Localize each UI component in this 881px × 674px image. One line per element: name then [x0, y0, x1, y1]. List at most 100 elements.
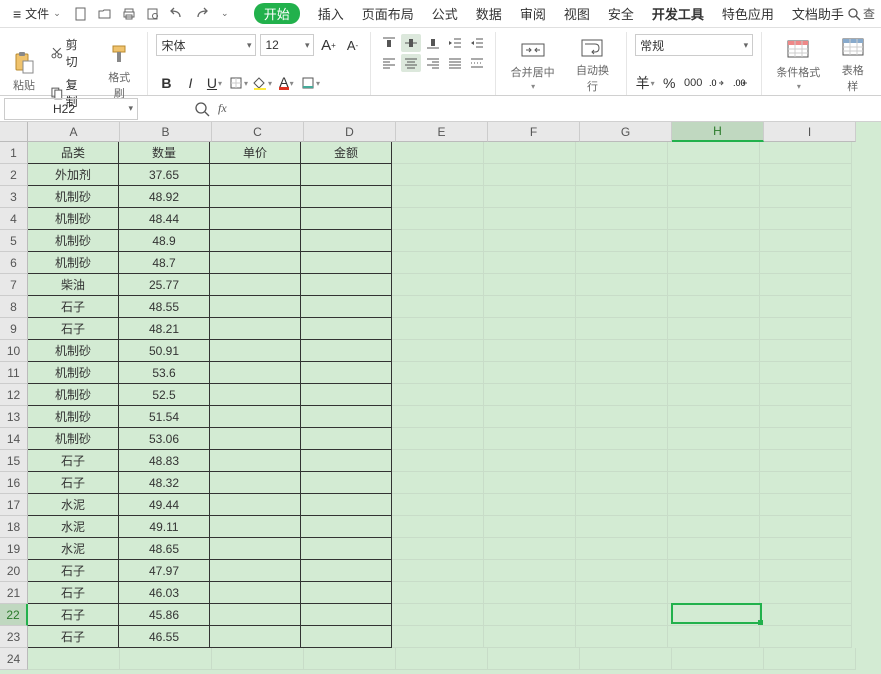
cell[interactable]: [484, 208, 576, 230]
cell[interactable]: [760, 208, 852, 230]
cell[interactable]: [28, 648, 120, 670]
cell[interactable]: [760, 428, 852, 450]
cell[interactable]: [576, 494, 668, 516]
cell[interactable]: [209, 251, 301, 274]
cell[interactable]: [668, 164, 760, 186]
open-icon[interactable]: [94, 3, 116, 25]
cell[interactable]: 48.92: [118, 185, 210, 208]
cell[interactable]: 金额: [300, 141, 392, 164]
cell[interactable]: [300, 471, 392, 494]
cell[interactable]: [668, 252, 760, 274]
cell[interactable]: [484, 384, 576, 406]
cell[interactable]: [392, 384, 484, 406]
row-header-5[interactable]: 5: [0, 230, 28, 252]
cell[interactable]: [209, 603, 301, 626]
name-box[interactable]: H22 ▾: [4, 98, 138, 120]
cell[interactable]: [488, 648, 580, 670]
cell[interactable]: [209, 515, 301, 538]
underline-button[interactable]: U▾: [204, 73, 224, 93]
cell[interactable]: [760, 472, 852, 494]
cell[interactable]: 48.32: [118, 471, 210, 494]
cell[interactable]: [668, 516, 760, 538]
conditional-format-button[interactable]: 条件格式▾: [770, 36, 826, 97]
cell[interactable]: [392, 582, 484, 604]
decrease-indent-button[interactable]: [445, 34, 465, 52]
cell[interactable]: 机制砂: [27, 383, 119, 406]
cell[interactable]: [668, 406, 760, 428]
cell[interactable]: [484, 318, 576, 340]
row-header-11[interactable]: 11: [0, 362, 28, 384]
row-header-23[interactable]: 23: [0, 626, 28, 648]
cell[interactable]: [392, 428, 484, 450]
cell[interactable]: [300, 229, 392, 252]
cell[interactable]: [668, 450, 760, 472]
cell[interactable]: [484, 428, 576, 450]
cell[interactable]: [668, 318, 760, 340]
cell[interactable]: [668, 230, 760, 252]
cell[interactable]: [209, 229, 301, 252]
tab-2[interactable]: 页面布局: [362, 4, 414, 23]
cell[interactable]: [300, 295, 392, 318]
increase-font-button[interactable]: A+: [318, 35, 338, 55]
cell[interactable]: [209, 493, 301, 516]
cell[interactable]: [300, 449, 392, 472]
tab-4[interactable]: 数据: [476, 4, 502, 23]
cell[interactable]: [300, 405, 392, 428]
cell[interactable]: [484, 560, 576, 582]
align-right-button[interactable]: [423, 54, 443, 72]
cell[interactable]: [300, 427, 392, 450]
font-name-select[interactable]: 宋体▾: [156, 34, 256, 56]
cell[interactable]: 48.21: [118, 317, 210, 340]
cell[interactable]: [484, 472, 576, 494]
col-header-H[interactable]: H: [672, 122, 764, 142]
cell[interactable]: [300, 515, 392, 538]
cell[interactable]: [392, 164, 484, 186]
cell[interactable]: [484, 362, 576, 384]
cell[interactable]: [576, 428, 668, 450]
cell[interactable]: [484, 164, 576, 186]
cell[interactable]: 45.86: [118, 603, 210, 626]
fill-color-button[interactable]: ▾: [252, 73, 272, 93]
cell[interactable]: [484, 186, 576, 208]
row-header-24[interactable]: 24: [0, 648, 28, 670]
cell[interactable]: [672, 648, 764, 670]
cell[interactable]: [484, 494, 576, 516]
cell[interactable]: 机制砂: [27, 207, 119, 230]
row-header-15[interactable]: 15: [0, 450, 28, 472]
cell[interactable]: [760, 560, 852, 582]
cell[interactable]: [300, 273, 392, 296]
tab-6[interactable]: 视图: [564, 4, 590, 23]
cell[interactable]: [484, 230, 576, 252]
cell[interactable]: [484, 296, 576, 318]
percent-button[interactable]: %: [659, 73, 679, 93]
cell[interactable]: [392, 604, 484, 626]
cell[interactable]: 48.9: [118, 229, 210, 252]
cell[interactable]: [668, 362, 760, 384]
cell[interactable]: [668, 560, 760, 582]
cell[interactable]: [760, 604, 852, 626]
cell[interactable]: [484, 516, 576, 538]
cell[interactable]: [580, 648, 672, 670]
cell[interactable]: [760, 582, 852, 604]
cell[interactable]: [209, 471, 301, 494]
col-header-C[interactable]: C: [212, 122, 304, 142]
italic-button[interactable]: I: [180, 73, 200, 93]
cell[interactable]: [300, 625, 392, 648]
cell[interactable]: 48.55: [118, 295, 210, 318]
cell[interactable]: [760, 186, 852, 208]
cell[interactable]: [392, 494, 484, 516]
merge-center-button[interactable]: 合并居中▾: [504, 36, 560, 97]
cell[interactable]: [760, 340, 852, 362]
cell[interactable]: [209, 273, 301, 296]
cell[interactable]: [300, 317, 392, 340]
cell[interactable]: 石子: [27, 471, 119, 494]
cell[interactable]: [209, 449, 301, 472]
cell[interactable]: [576, 340, 668, 362]
cell[interactable]: 石子: [27, 317, 119, 340]
cell[interactable]: [668, 274, 760, 296]
cell[interactable]: [576, 362, 668, 384]
cell[interactable]: [576, 516, 668, 538]
cell[interactable]: [760, 538, 852, 560]
cell[interactable]: 49.11: [118, 515, 210, 538]
distribute-button[interactable]: [467, 54, 487, 72]
